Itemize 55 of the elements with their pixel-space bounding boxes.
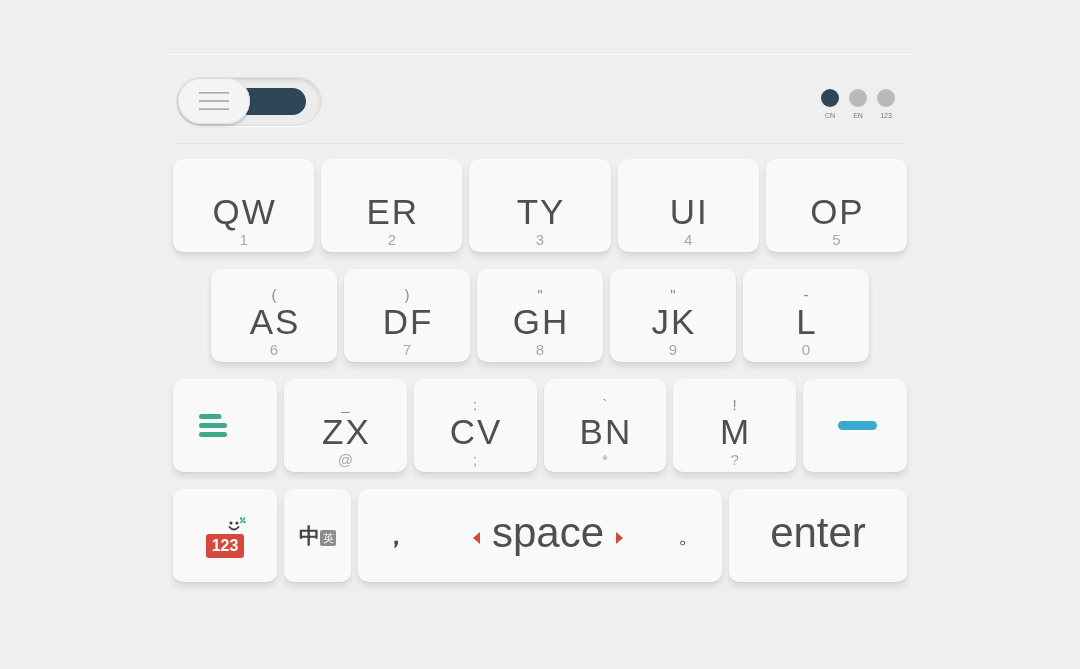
menu-icon <box>198 414 227 437</box>
language-key[interactable]: 中 英 <box>284 489 351 582</box>
toggle-switch[interactable] <box>176 76 322 126</box>
letter-key[interactable]: ! M ? <box>673 379 796 472</box>
letter-key[interactable]: ` BN * <box>543 379 667 472</box>
key-hint: 9 <box>668 342 678 358</box>
key-hint: " <box>670 285 676 305</box>
right-triangle-icon <box>616 531 624 544</box>
letter-key[interactable]: TY 3 <box>469 159 611 252</box>
key-hint: ? <box>730 452 739 468</box>
letter-key[interactable]: " JK 9 <box>610 269 736 362</box>
key-hint: 3 <box>535 232 545 248</box>
key-hint: 6 <box>269 342 279 358</box>
key-hint: - <box>803 285 809 305</box>
minus-icon <box>837 421 877 430</box>
letter-key[interactable]: UI 4 <box>617 159 759 252</box>
key-hint: 1 <box>239 232 248 248</box>
key-hint: " <box>537 285 543 305</box>
key-hint: : <box>473 395 478 415</box>
menu-icon <box>199 92 229 110</box>
dash-key[interactable] <box>803 379 907 472</box>
key-hint: 2 <box>387 232 396 248</box>
key-hint: _ <box>341 395 350 415</box>
key-hint: ` <box>602 395 608 415</box>
letter-key[interactable]: ( AS 6 <box>211 269 337 362</box>
key-hint: * <box>601 452 608 468</box>
key-hint: 8 <box>535 342 545 358</box>
punctuation-hint: ， <box>384 520 408 551</box>
language-hint: 英 <box>320 529 336 546</box>
smiley-icon <box>227 517 246 532</box>
enter-key[interactable]: enter <box>729 489 907 582</box>
key-hint: ( <box>271 285 277 305</box>
letter-key[interactable]: : CV ; <box>413 379 537 472</box>
space-label: space <box>491 508 605 558</box>
key-hint: ) <box>404 285 410 305</box>
letter-key[interactable]: ER 2 <box>321 159 463 252</box>
key-hint: ; <box>473 452 478 468</box>
letter-key[interactable]: QW 1 <box>173 159 315 252</box>
key-hint: 4 <box>684 232 693 248</box>
key-hint: @ <box>337 452 353 468</box>
letter-key[interactable]: ) DF 7 <box>344 269 470 362</box>
key-hint: 5 <box>832 232 841 248</box>
key-hint: ! <box>732 395 737 415</box>
key-hint: 0 <box>801 342 811 358</box>
letter-key[interactable]: OP 5 <box>765 159 907 252</box>
letter-key[interactable]: _ ZX @ <box>284 379 407 472</box>
left-triangle-icon <box>472 531 480 544</box>
letter-key[interactable]: - L 0 <box>743 269 869 362</box>
key-hint: 7 <box>402 342 412 358</box>
menu-key[interactable] <box>173 379 277 472</box>
punctuation-hint: 。 <box>678 521 700 550</box>
space-key[interactable]: ， space 。 <box>358 489 722 582</box>
switch-knob[interactable] <box>178 78 250 124</box>
number-mode-key[interactable]: 123 <box>173 489 277 582</box>
letter-key[interactable]: " GH 8 <box>477 269 603 362</box>
